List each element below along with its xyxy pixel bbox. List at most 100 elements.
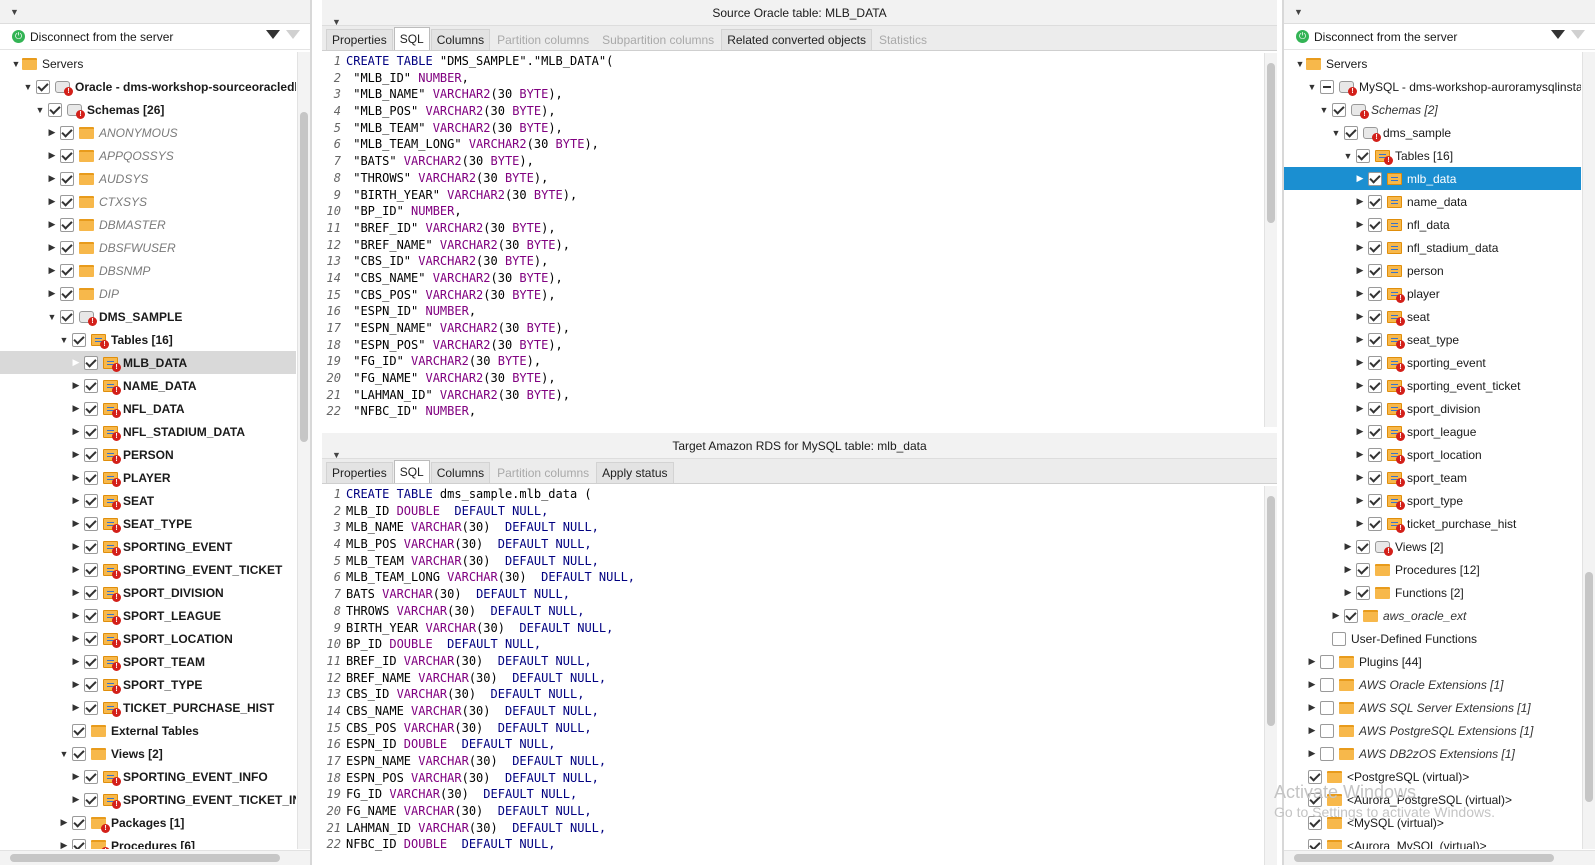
tree-checkbox[interactable] xyxy=(72,746,86,761)
tree-checkbox[interactable] xyxy=(60,240,74,255)
expanded-arrow-icon[interactable]: ▼ xyxy=(34,105,46,115)
tree-item[interactable]: ▶ sport_league xyxy=(1284,420,1581,443)
tree-item[interactable]: ▶ SEAT_TYPE xyxy=(0,512,296,535)
tree-item[interactable]: ▼ Tables [16] xyxy=(1284,144,1581,167)
tree-item[interactable]: ▶ aws_oracle_ext xyxy=(1284,604,1581,627)
tree-checkbox[interactable] xyxy=(36,79,50,94)
tree-item[interactable]: ▶ NFL_STADIUM_DATA xyxy=(0,420,296,443)
tree-item[interactable]: ▶ sport_team xyxy=(1284,466,1581,489)
tree-item[interactable]: ▶ sport_type xyxy=(1284,489,1581,512)
collapsed-arrow-icon[interactable]: ▶ xyxy=(58,817,70,828)
scroll-thumb[interactable] xyxy=(1267,63,1275,223)
collapsed-arrow-icon[interactable]: ▶ xyxy=(70,541,82,552)
tree-checkbox[interactable] xyxy=(1344,125,1358,140)
tree-item[interactable]: User-Defined Functions xyxy=(1284,627,1581,650)
tree-checkbox[interactable] xyxy=(84,792,98,807)
tree-item[interactable]: ▶ SPORTING_EVENT xyxy=(0,535,296,558)
collapsed-arrow-icon[interactable]: ▶ xyxy=(70,794,82,805)
right-horizontal-scrollbar[interactable] xyxy=(1284,850,1595,865)
tree-checkbox[interactable] xyxy=(1308,792,1322,807)
scroll-thumb[interactable] xyxy=(1585,572,1593,802)
tree-checkbox[interactable] xyxy=(84,700,98,715)
tree-item[interactable]: ▶ SPORTING_EVENT_INFO xyxy=(0,765,296,788)
expanded-arrow-icon[interactable]: ▼ xyxy=(1330,128,1342,138)
collapsed-arrow-icon[interactable]: ▶ xyxy=(1306,725,1318,736)
expanded-arrow-icon[interactable]: ▼ xyxy=(22,82,34,92)
tree-item[interactable]: ▶ mlb_data xyxy=(1284,167,1581,190)
filter-icon[interactable] xyxy=(1551,30,1565,39)
tree-checkbox[interactable] xyxy=(1320,79,1334,94)
collapsed-arrow-icon[interactable]: ▶ xyxy=(1306,656,1318,667)
collapsed-arrow-icon[interactable]: ▶ xyxy=(1342,541,1354,552)
tree-item[interactable]: ▶ Functions [2] xyxy=(1284,581,1581,604)
tree-checkbox[interactable] xyxy=(1320,700,1334,715)
tree-checkbox[interactable] xyxy=(1368,447,1382,462)
tree-checkbox[interactable] xyxy=(1368,171,1382,186)
tree-checkbox[interactable] xyxy=(1368,378,1382,393)
collapsed-arrow-icon[interactable]: ▶ xyxy=(1354,196,1366,207)
tree-item[interactable]: ▶ SPORT_LEAGUE xyxy=(0,604,296,627)
tree-checkbox[interactable] xyxy=(84,769,98,784)
tree-checkbox[interactable] xyxy=(84,378,98,393)
collapsed-arrow-icon[interactable]: ▶ xyxy=(1342,564,1354,575)
collapsed-arrow-icon[interactable]: ▶ xyxy=(1354,357,1366,368)
collapsed-arrow-icon[interactable]: ▶ xyxy=(1354,219,1366,230)
collapsed-arrow-icon[interactable]: ▶ xyxy=(46,196,58,207)
collapsed-arrow-icon[interactable]: ▶ xyxy=(1354,334,1366,345)
collapsed-arrow-icon[interactable]: ▶ xyxy=(1354,472,1366,483)
tree-item[interactable]: ▼ MySQL - dms-workshop-auroramysqlinstanc… xyxy=(1284,75,1581,98)
tree-checkbox[interactable] xyxy=(1368,355,1382,370)
tree-item[interactable]: ▶ TICKET_PURCHASE_HIST xyxy=(0,696,296,719)
tree-checkbox[interactable] xyxy=(84,355,98,370)
collapsed-arrow-icon[interactable]: ▶ xyxy=(70,495,82,506)
expanded-arrow-icon[interactable]: ▼ xyxy=(1294,59,1306,69)
tree-item[interactable]: ▶ AWS SQL Server Extensions [1] xyxy=(1284,696,1581,719)
tree-checkbox[interactable] xyxy=(1332,102,1346,117)
tree-item[interactable]: ▶ Procedures [12] xyxy=(1284,558,1581,581)
collapsed-arrow-icon[interactable]: ▶ xyxy=(1354,380,1366,391)
collapsed-arrow-icon[interactable]: ▶ xyxy=(46,127,58,138)
collapsed-arrow-icon[interactable]: ▶ xyxy=(70,380,82,391)
tree-item[interactable]: ▼ Oracle - dms-workshop-sourceoracledb xyxy=(0,75,296,98)
collapse-arrow-icon[interactable]: ▼ xyxy=(332,9,341,35)
tree-checkbox[interactable] xyxy=(84,562,98,577)
tree-item[interactable]: ▼ Servers xyxy=(1284,52,1581,75)
collapsed-arrow-icon[interactable]: ▶ xyxy=(1354,449,1366,460)
tree-item[interactable]: <MySQL (virtual)> xyxy=(1284,811,1581,834)
tree-item[interactable]: ▶ nfl_stadium_data xyxy=(1284,236,1581,259)
disconnect-server-button[interactable]: ⏻ Disconnect from the server xyxy=(0,24,310,50)
tree-item[interactable]: ▼ Views [2] xyxy=(0,742,296,765)
tree-item[interactable]: ▶ SPORTING_EVENT_TICKET_INFO xyxy=(0,788,296,811)
tree-item[interactable]: ▶ DBMASTER xyxy=(0,213,296,236)
collapsed-arrow-icon[interactable]: ▶ xyxy=(70,357,82,368)
tree-item[interactable]: ▶ ANONYMOUS xyxy=(0,121,296,144)
tree-item[interactable]: ▶ SPORT_TEAM xyxy=(0,650,296,673)
tree-item[interactable]: ▶ AWS Oracle Extensions [1] xyxy=(1284,673,1581,696)
tree-checkbox[interactable] xyxy=(60,148,74,163)
tree-item[interactable]: ▶ sporting_event_ticket xyxy=(1284,374,1581,397)
tree-item[interactable]: ▶ SPORT_DIVISION xyxy=(0,581,296,604)
tree-checkbox[interactable] xyxy=(60,171,74,186)
tree-item[interactable]: ▶ AUDSYS xyxy=(0,167,296,190)
tree-item[interactable]: ▶ AWS DB2zOS Extensions [1] xyxy=(1284,742,1581,765)
expanded-arrow-icon[interactable]: ▼ xyxy=(1318,105,1330,115)
tree-item[interactable]: ▼ Schemas [2] xyxy=(1284,98,1581,121)
collapsed-arrow-icon[interactable]: ▶ xyxy=(1354,265,1366,276)
tab-columns[interactable]: Columns xyxy=(430,29,491,50)
tree-item[interactable]: ▶ SPORT_TYPE xyxy=(0,673,296,696)
tree-item[interactable]: ▶ seat_type xyxy=(1284,328,1581,351)
collapsed-arrow-icon[interactable]: ▶ xyxy=(70,472,82,483)
collapsed-arrow-icon[interactable]: ▶ xyxy=(46,173,58,184)
tree-item[interactable]: ▶ PLAYER xyxy=(0,466,296,489)
tree-checkbox[interactable] xyxy=(84,424,98,439)
collapse-arrow-icon[interactable]: ▼ xyxy=(10,7,19,17)
collapsed-arrow-icon[interactable]: ▶ xyxy=(1354,311,1366,322)
tree-item[interactable]: ▶ APPQOSSYS xyxy=(0,144,296,167)
tree-checkbox[interactable] xyxy=(1368,424,1382,439)
tree-item[interactable]: <Aurora_PostgreSQL (virtual)> xyxy=(1284,788,1581,811)
collapsed-arrow-icon[interactable]: ▶ xyxy=(70,449,82,460)
tree-checkbox[interactable] xyxy=(60,286,74,301)
tree-checkbox[interactable] xyxy=(1368,493,1382,508)
expanded-arrow-icon[interactable]: ▼ xyxy=(46,312,58,322)
scroll-thumb[interactable] xyxy=(10,854,280,862)
